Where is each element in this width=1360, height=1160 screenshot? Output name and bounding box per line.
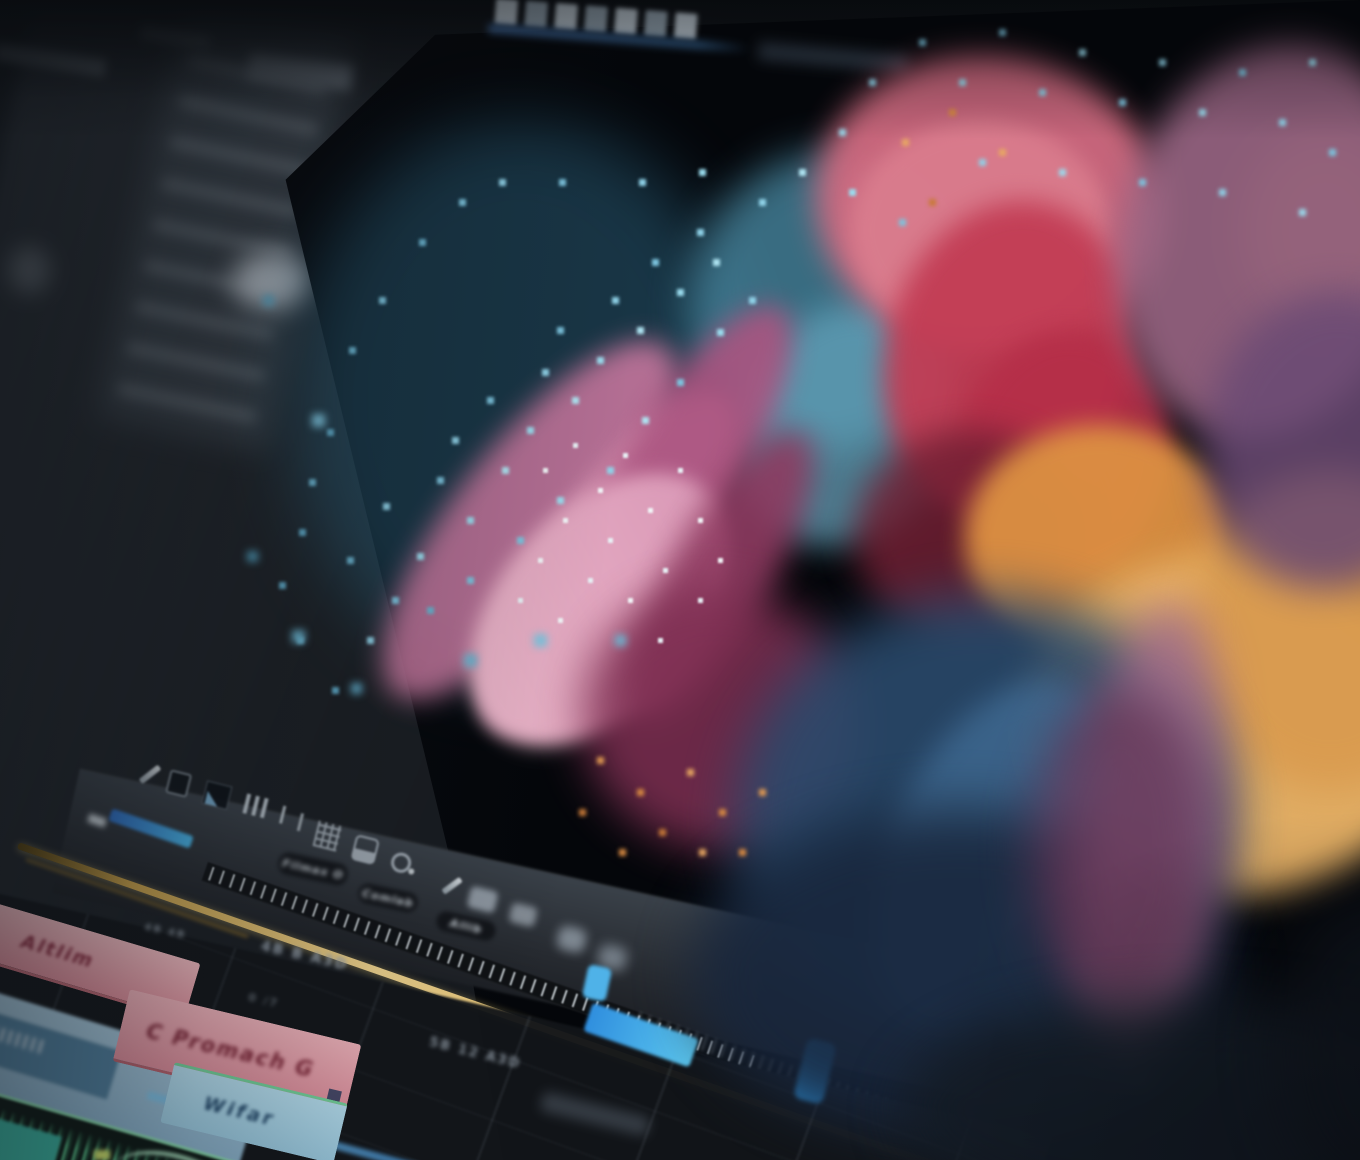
clip-label: C Promach G [144,1018,317,1082]
blurred-button[interactable] [508,902,538,928]
blurred-button[interactable] [555,924,588,954]
marker-dot [94,1150,110,1160]
thumbnail-icon[interactable] [201,780,232,810]
top-tab[interactable] [584,5,608,33]
top-tab[interactable] [644,10,668,38]
top-tab[interactable] [614,8,638,36]
divider-tick-icon [297,813,304,831]
record-dot [408,868,415,875]
editing-workstation-photo: Filmax O Comlab Allib 4B B A3D 5B 12 A3D… [0,0,1360,1160]
brush-icon[interactable] [441,877,462,895]
panel-icon[interactable] [350,834,380,865]
divider-tick-icon [279,806,286,824]
clip-label: Wifar [201,1092,277,1130]
top-tab[interactable] [524,0,548,28]
particle-specks-topright [0,0,1,1]
sliders-icon[interactable] [242,793,268,818]
clip-label: Altlim [19,930,97,972]
top-tab[interactable] [494,0,518,26]
mask-icon[interactable] [165,769,192,798]
top-tab[interactable] [554,3,578,31]
grid-view-icon[interactable] [313,821,343,852]
thumbnail-triangle [205,791,221,807]
particle-maroon-shadow [1030,690,1210,1010]
bokeh-highlight [232,252,310,310]
bokeh-highlight [8,246,50,294]
blurred-button[interactable] [466,885,498,913]
record-circle-icon[interactable] [389,851,413,875]
top-tab[interactable] [674,12,698,40]
